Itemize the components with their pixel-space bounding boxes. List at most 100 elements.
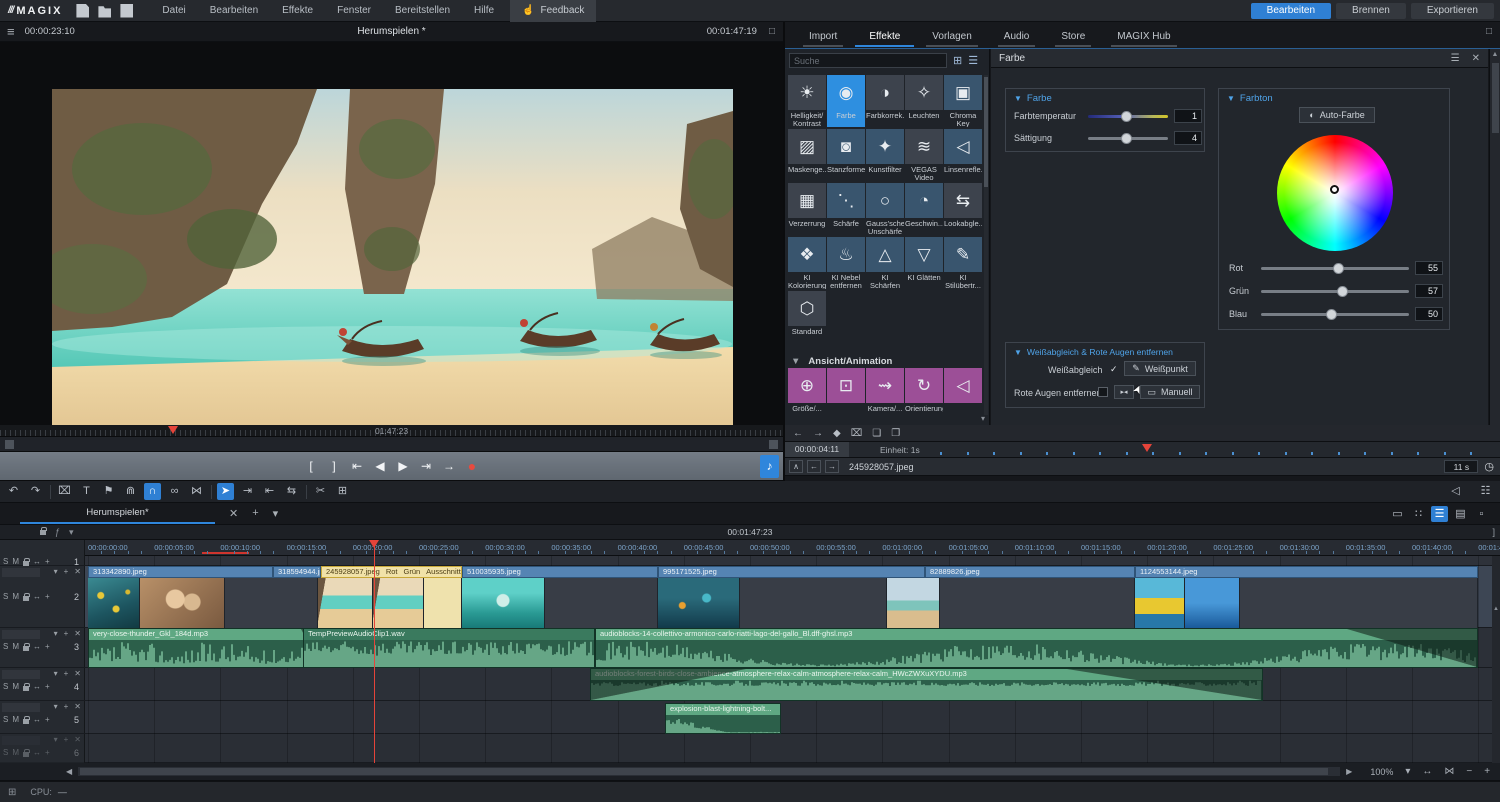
effect-close-icon[interactable]: ✕ [1472, 53, 1480, 64]
zoom-in-icon[interactable]: + [1484, 766, 1490, 777]
play-button[interactable]: ▶ [396, 459, 410, 473]
color-wheel-selector[interactable] [1330, 185, 1339, 194]
kf-next-icon[interactable]: → [813, 428, 823, 439]
range-start-button[interactable]: [ [304, 459, 318, 473]
storyboard-mode-button[interactable]: ▤ [1452, 506, 1469, 522]
tab-vorlagen[interactable]: Vorlagen [918, 28, 985, 47]
track-lock-icon[interactable] [23, 561, 29, 566]
effect-tile-kunstfilter[interactable]: ✦Kunstfilter [866, 129, 904, 181]
scroll-handle-left[interactable] [5, 440, 14, 449]
menu-bereitstellen[interactable]: Bereitstellen [383, 0, 462, 22]
view-tiles-icon[interactable]: ⊞ [953, 54, 962, 67]
wb-checkmark[interactable]: ✓ [1110, 364, 1118, 375]
mouse-mode-single-icon[interactable]: ⇥ [239, 483, 256, 500]
timeline-vscrollbar[interactable]: ▲ [1492, 556, 1500, 763]
solo-button[interactable]: S [3, 592, 8, 601]
tab-import[interactable]: Import [795, 28, 851, 47]
kf-paste-icon[interactable]: ❐ [891, 428, 900, 439]
view-tile-item1[interactable]: ⊡ [827, 368, 865, 412]
section-view-animation-header[interactable]: ▼Ansicht/Animation [791, 356, 892, 367]
video-clip[interactable]: 313342890.jpeg [88, 566, 273, 578]
scroll-up-icon[interactable]: ▲ [1490, 51, 1500, 58]
prev-frame-button[interactable]: ◀ [373, 459, 387, 473]
video-clip[interactable]: 82889826.jpeg [925, 566, 1135, 578]
panel-maximize-icon[interactable]: □ [1486, 26, 1492, 37]
browser-scrollbar[interactable] [984, 75, 988, 415]
clip-thumbnail[interactable] [373, 578, 424, 628]
title-editor-icon[interactable]: T [78, 483, 95, 500]
clip-thumbnail[interactable] [887, 578, 940, 628]
search-input[interactable] [789, 53, 947, 68]
zoom-dropdown-icon[interactable]: ▾ [1405, 766, 1410, 777]
preview-mode-button[interactable]: ▭ [1389, 506, 1406, 522]
clip-thumbnail[interactable] [1185, 578, 1240, 628]
track-plus-icon[interactable]: + [45, 557, 50, 566]
effect-tile-standard[interactable]: ⬡Standard [788, 291, 826, 343]
effect-tile-ki-glätten[interactable]: ▽KI Glätten [905, 237, 943, 289]
track-close-icon[interactable]: ✕ [74, 567, 81, 576]
menu-hilfe[interactable]: Hilfe [462, 0, 506, 22]
audio-clip[interactable]: TempPreviewAudioClip1.wav [303, 628, 595, 668]
rot-slider-thumb[interactable] [1333, 263, 1344, 274]
effect-tile-leuchten[interactable]: ✧Leuchten [905, 75, 943, 127]
keyframe-playhead[interactable] [1142, 444, 1152, 452]
audio-tool-button[interactable]: ♪ [760, 455, 779, 478]
save-project-icon[interactable] [120, 4, 133, 18]
scroll-handle-right[interactable] [769, 440, 778, 449]
effect-tile-maskenge-[interactable]: ▨Maskenge... [788, 129, 826, 181]
track-dropdown-icon[interactable]: ▾ [54, 735, 58, 744]
track-close-icon[interactable]: ✕ [74, 669, 81, 678]
mute-button[interactable]: M [12, 748, 19, 757]
track-row-5[interactable] [85, 701, 1500, 734]
tab-close-icon[interactable]: ✕ [229, 507, 238, 520]
effect-tile-linsenrefle-[interactable]: ◁Linsenrefle... [944, 129, 982, 181]
clip-thumbnail[interactable] [140, 578, 225, 628]
effect-tile-gauss-sche-unschärfe[interactable]: ○Gauss'sche Unschärfe [866, 183, 904, 235]
effect-tile-farbe[interactable]: ◉Farbe [827, 75, 865, 127]
kf-delete-icon[interactable]: ⌧ [851, 428, 863, 439]
header-dropdown-icon[interactable]: ▾ [69, 527, 74, 538]
mute-button[interactable]: M [12, 642, 19, 651]
track-add-icon[interactable]: + [64, 567, 69, 576]
track-close-icon[interactable]: ✕ [74, 702, 81, 711]
open-project-icon[interactable] [98, 4, 111, 18]
audio-clip[interactable]: explosion-blast-lightning-bolt... [665, 703, 781, 734]
whitebalance-section-header[interactable]: ▼Weißabgleich & Rote Augen entfernen [1014, 347, 1173, 357]
range-end-bracket[interactable]: ] [1492, 527, 1495, 537]
effect-tile-ki-stilübertr-[interactable]: ✎KI Stilübertr... [944, 237, 982, 289]
track-width-icon[interactable]: ↔ [33, 642, 41, 651]
scroll-right-icon[interactable]: ▶ [1346, 767, 1352, 776]
tab-audio[interactable]: Audio [990, 28, 1044, 47]
track-close-icon[interactable]: ✕ [74, 735, 81, 744]
track-add-icon[interactable]: + [64, 669, 69, 678]
kf-add-icon[interactable]: ◆ [833, 428, 841, 439]
farbtemperatur-value[interactable]: 1 [1174, 109, 1202, 123]
zoom-range-icon[interactable]: ⋈ [1444, 766, 1454, 777]
solo-button[interactable]: S [3, 715, 8, 724]
tab-add-icon[interactable]: + [252, 507, 258, 520]
view-tile-kamera-[interactable]: ⇝Kamera/... [866, 368, 904, 412]
track-row-1[interactable] [85, 556, 1500, 566]
clip-thumbnail[interactable] [88, 578, 140, 628]
farbtemperatur-slider-thumb[interactable] [1121, 111, 1132, 122]
tab-effekte[interactable]: Effekte [855, 28, 914, 47]
group-objects-icon[interactable]: ⋒ [122, 483, 139, 500]
effect-tile-verzerrung[interactable]: ▦Verzerrung [788, 183, 826, 235]
farbton-section-header[interactable]: ▼Farbton [1227, 93, 1273, 104]
audio-clip[interactable]: audioblocks-forest-birds-close-ambience-… [590, 668, 1263, 701]
mouse-mode-stretch-icon[interactable]: ⇆ [283, 483, 300, 500]
preview-ruler[interactable]: 01:47:23 [0, 425, 783, 437]
jump-range-end-button[interactable]: ⇥ [419, 459, 433, 473]
effect-tile-ki-nebel-entfernen[interactable]: ♨KI Nebel entfernen [827, 237, 865, 289]
effect-tile-stanzformen[interactable]: ◙Stanzformen [827, 129, 865, 181]
snap-icon[interactable]: ∩ [144, 483, 161, 500]
video-clip[interactable]: 1124553144.jpeg [1135, 566, 1478, 578]
feedback-button[interactable]: ☝ Feedback [510, 0, 596, 22]
video-clip[interactable]: 510035935.jpeg [462, 566, 658, 578]
timeline-mode-button[interactable]: ☰ [1431, 506, 1448, 522]
object-next-icon[interactable]: → [825, 460, 839, 473]
clip-thumbnail[interactable] [545, 578, 658, 628]
effect-menu-icon[interactable]: ☰ [1451, 53, 1460, 64]
project-tab[interactable]: Herumspielen* [20, 503, 215, 524]
track-width-icon[interactable]: ↔ [33, 592, 41, 601]
